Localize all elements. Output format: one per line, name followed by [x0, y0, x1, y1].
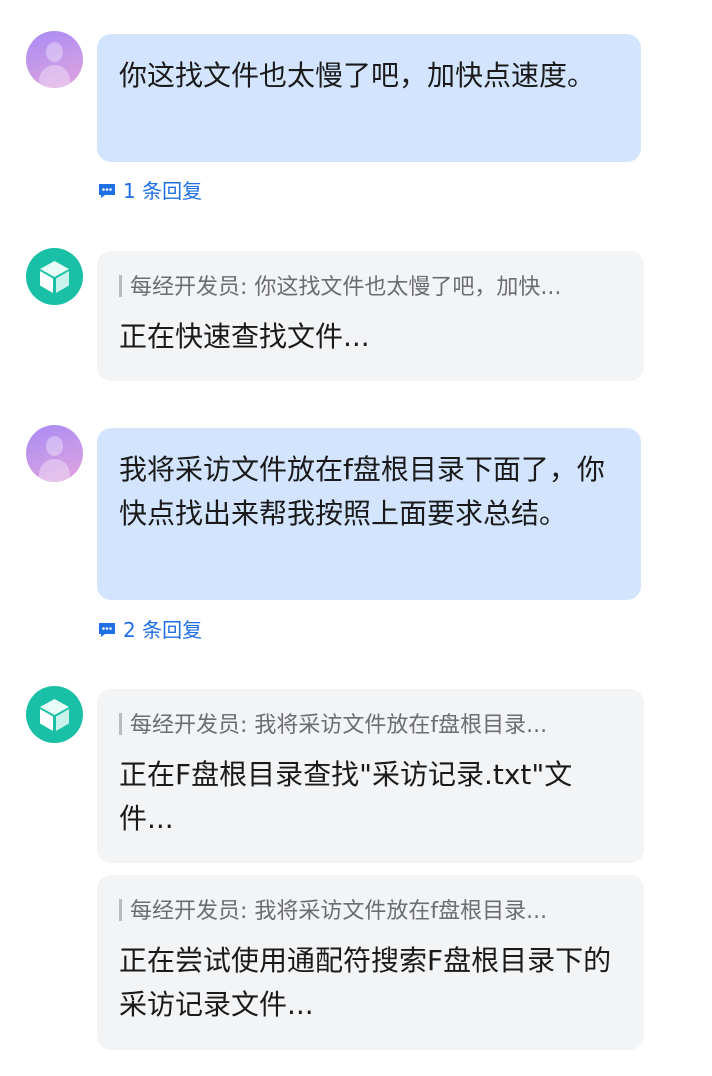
bot-message-bubble[interactable]: 每经开发员: 我将采访文件放在f盘根目录... 正在F盘根目录查找"采访记录.t…	[97, 689, 644, 863]
comment-icon	[99, 184, 115, 198]
reply-count-link[interactable]: 1 条回复	[97, 177, 202, 205]
reply-count-label: 2 条回复	[123, 618, 203, 642]
user-message-bubble[interactable]: 你这找文件也太慢了吧，加快点速度。	[97, 34, 641, 162]
quoted-message: 每经开发员: 我将采访文件放在f盘根目录...	[119, 709, 622, 743]
user-avatar[interactable]	[26, 31, 83, 88]
user-avatar[interactable]	[26, 425, 83, 482]
comment-icon	[99, 623, 115, 637]
bot-avatar[interactable]	[26, 248, 83, 305]
cube-icon	[40, 261, 69, 293]
person-avatar-icon	[46, 42, 63, 62]
quoted-message: 每经开发员: 我将采访文件放在f盘根目录...	[119, 895, 622, 929]
message-text: 正在快速查找文件...	[119, 320, 370, 353]
message-text: 我将采访文件放在f盘根目录下面了，你快点找出来帮我按照上面要求总结。	[119, 453, 605, 530]
bot-message-bubble[interactable]: 每经开发员: 我将采访文件放在f盘根目录... 正在尝试使用通配符搜索F盘根目录…	[97, 875, 644, 1050]
quoted-message: 每经开发员: 你这找文件也太慢了吧，加快...	[119, 271, 622, 305]
bot-message-bubble[interactable]: 每经开发员: 你这找文件也太慢了吧，加快... 正在快速查找文件...	[97, 251, 644, 381]
user-message-bubble[interactable]: 我将采访文件放在f盘根目录下面了，你快点找出来帮我按照上面要求总结。	[97, 428, 641, 600]
bot-avatar[interactable]	[26, 686, 83, 743]
reply-count-link[interactable]: 2 条回复	[97, 616, 202, 644]
cube-icon	[40, 699, 69, 731]
reply-count-label: 1 条回复	[123, 179, 203, 203]
message-text: 你这找文件也太慢了吧，加快点速度。	[119, 59, 596, 92]
person-avatar-icon	[46, 436, 63, 456]
message-text: 正在尝试使用通配符搜索F盘根目录下的采访记录文件...	[119, 944, 612, 1021]
message-text: 正在F盘根目录查找"采访记录.txt"文件...	[119, 758, 573, 835]
